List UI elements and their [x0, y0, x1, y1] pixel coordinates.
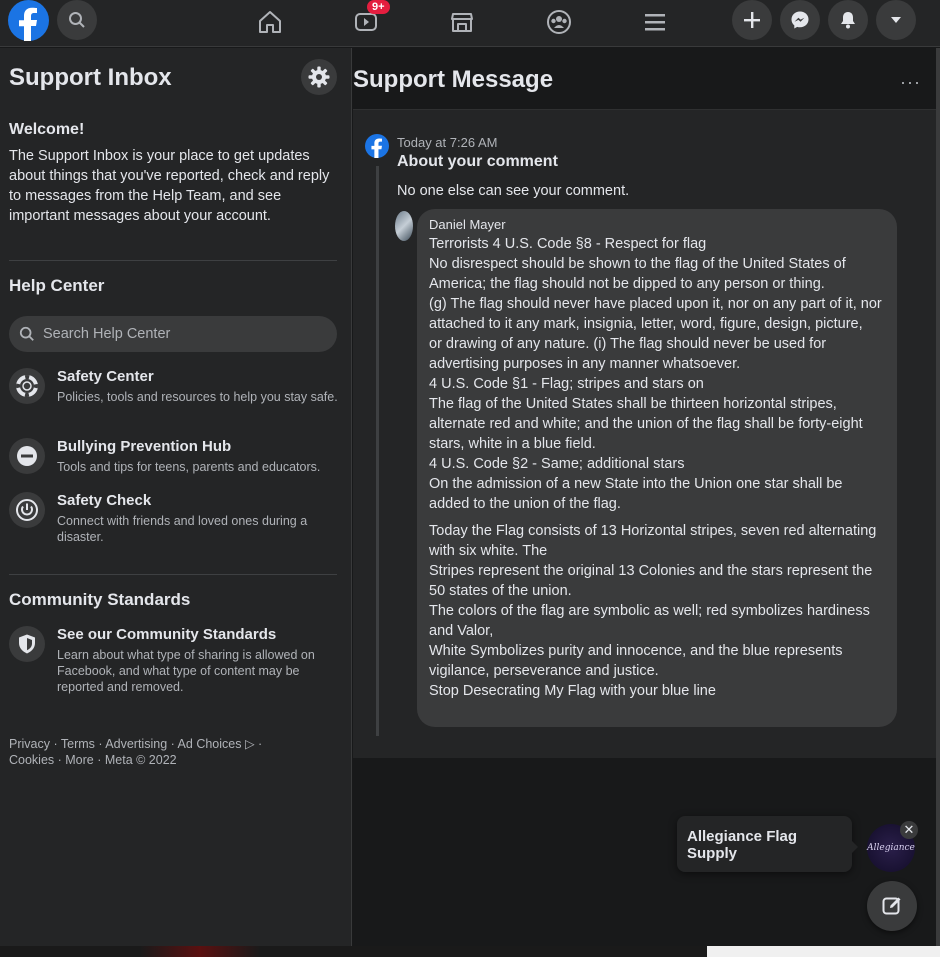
search-icon: [69, 12, 85, 28]
comment-line: Today the Flag consists of 13 Horizontal…: [429, 523, 877, 559]
top-navigation-bar: 9+: [0, 0, 940, 47]
search-button[interactable]: [57, 0, 97, 40]
popup-arrow: [851, 840, 858, 854]
bullying-prevention-hub-link[interactable]: Bullying Prevention Hub Tools and tips f…: [9, 438, 344, 478]
thread-line: [376, 166, 379, 736]
safety-check-link[interactable]: Safety Check Connect with friends and lo…: [9, 492, 344, 544]
groups-tab[interactable]: [539, 4, 579, 40]
watch-tab[interactable]: 9+: [346, 0, 390, 40]
welcome-text: The Support Inbox is your place to get u…: [9, 148, 330, 224]
notification-badge: 9+: [367, 0, 390, 14]
support-inbox-sidebar: Support Inbox Welcome! The Support Inbox…: [0, 48, 352, 957]
comment-text: Terrorists 4 U.S. Code §8 - Respect for …: [429, 234, 885, 701]
search-icon: [19, 326, 34, 341]
comment-line: On the admission of a new State into the…: [429, 476, 843, 512]
gear-icon: [308, 66, 330, 88]
account-menu-button[interactable]: [876, 0, 916, 40]
footer-line-2[interactable]: Cookies · More · Meta © 2022: [9, 752, 299, 768]
bullying-prevention-title: Bullying Prevention Hub: [57, 438, 232, 455]
new-message-button[interactable]: [867, 881, 917, 931]
divider: [9, 260, 337, 261]
more-options-button[interactable]: ···: [900, 72, 921, 93]
page-title: Support Message: [353, 66, 554, 93]
help-center-search-input[interactable]: Search Help Center: [9, 316, 337, 352]
create-button[interactable]: [732, 0, 772, 40]
notifications-button[interactable]: [828, 0, 868, 40]
community-standards-link[interactable]: See our Community Standards Learn about …: [9, 626, 344, 694]
messenger-icon: [791, 11, 809, 29]
home-tab[interactable]: [250, 4, 290, 40]
scrollbar[interactable]: [936, 48, 940, 948]
messenger-button[interactable]: [780, 0, 820, 40]
home-icon: [259, 11, 281, 33]
divider: [9, 574, 337, 575]
comment-line: (g) The flag should never have placed up…: [429, 296, 882, 332]
message-subtitle: No one else can see your comment.: [397, 183, 630, 199]
sidebar-title: Support Inbox: [9, 64, 172, 91]
safety-center-title: Safety Center: [57, 368, 154, 385]
menu-tab[interactable]: [635, 4, 675, 40]
search-placeholder: Search Help Center: [43, 326, 171, 342]
bell-icon: [841, 12, 855, 29]
community-standards-heading: Community Standards: [9, 590, 191, 609]
power-icon: [9, 492, 45, 528]
support-message-card: Today at 7:26 AM About your comment No o…: [353, 109, 940, 758]
bullying-prevention-desc: Tools and tips for teens, parents and ed…: [57, 460, 321, 474]
shield-icon: [9, 626, 45, 662]
plus-icon: [744, 12, 760, 28]
lifebuoy-icon: [9, 368, 45, 404]
bottom-edge-image: [140, 946, 260, 957]
marketplace-icon: [451, 13, 473, 32]
community-standards-desc: Learn about what type of sharing is allo…: [57, 648, 315, 694]
comment-line: The colors of the flag are symbolic as w…: [429, 603, 870, 639]
caret-down-icon: [891, 17, 901, 23]
comment-bubble: Daniel Mayer Terrorists 4 U.S. Code §8 -…: [417, 209, 897, 727]
bottom-edge-white: [707, 946, 940, 957]
close-chat-head-button[interactable]: ✕: [900, 821, 918, 839]
comment-line: 4 U.S. Code §2 - Same; additional stars: [429, 456, 685, 472]
message-title: About your comment: [397, 153, 558, 170]
hamburger-menu-icon: [645, 14, 665, 31]
chat-avatar-logo-text: Allegiance: [867, 843, 915, 853]
groups-icon: [547, 10, 571, 34]
comment-line: White Symbolizes purity and innocence, a…: [429, 643, 843, 679]
footer-links[interactable]: Privacy · Terms · Advertising · Ad Choic…: [9, 736, 299, 768]
facebook-logo-icon: [365, 134, 389, 158]
community-standards-title: See our Community Standards: [57, 626, 277, 643]
comment-line: Stop Desecrating My Flag with your blue …: [429, 683, 716, 699]
facebook-logo-icon[interactable]: [8, 0, 49, 41]
footer-line-1[interactable]: Privacy · Terms · Advertising · Ad Choic…: [9, 736, 299, 752]
no-entry-icon: [9, 438, 45, 474]
safety-center-desc: Policies, tools and resources to help yo…: [57, 390, 338, 404]
comment-author[interactable]: Daniel Mayer: [429, 217, 885, 232]
message-timestamp: Today at 7:26 AM: [397, 135, 498, 150]
comment-line: The flag of the United States shall be t…: [429, 396, 863, 452]
comment-line: No disrespect should be shown to the fla…: [429, 256, 846, 292]
comment-line: Terrorists 4 U.S. Code §8 - Respect for …: [429, 236, 707, 252]
safety-check-title: Safety Check: [57, 492, 152, 509]
help-center-heading: Help Center: [9, 276, 105, 295]
comment-line: Stripes represent the original 13 Coloni…: [429, 563, 873, 599]
comment-line: 4 U.S. Code §1 - Flag; stripes and stars…: [429, 376, 704, 392]
chat-head-popup[interactable]: Allegiance Flag Supply: [677, 816, 852, 872]
safety-check-desc: Connect with friends and loved ones duri…: [57, 514, 308, 544]
comment-line: or drawing of any nature. (i) The flag s…: [429, 336, 827, 372]
settings-button[interactable]: [301, 59, 337, 95]
welcome-heading: Welcome!: [9, 121, 85, 138]
avatar: [395, 211, 413, 241]
safety-center-link[interactable]: Safety Center Policies, tools and resour…: [9, 368, 344, 416]
compose-icon: [882, 897, 901, 915]
marketplace-tab[interactable]: [442, 4, 482, 40]
